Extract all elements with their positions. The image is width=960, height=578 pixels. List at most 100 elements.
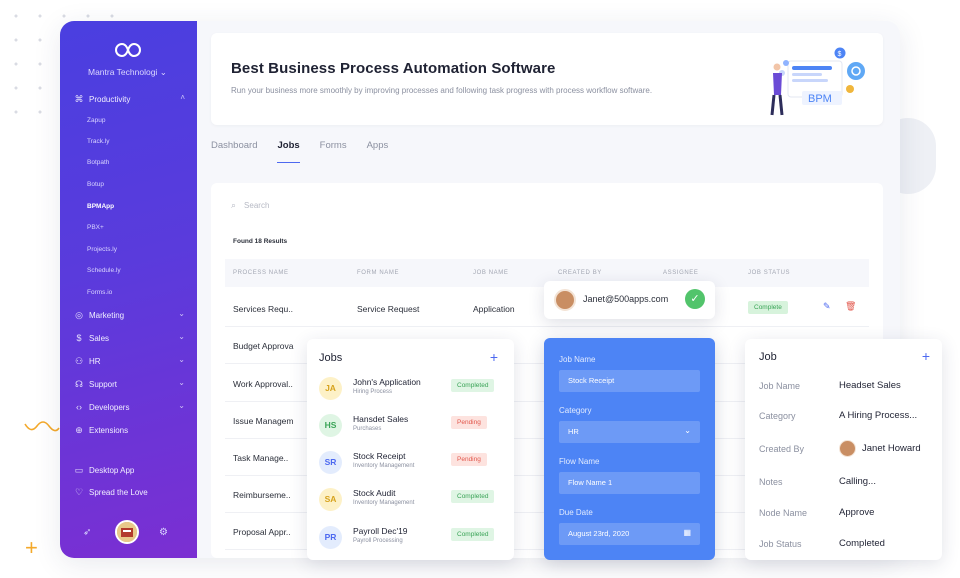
card-title: Job [759,351,777,363]
nav-marketing[interactable]: ◎ Marketing ⌄ [73,307,189,323]
created-by-value: Janet Howard [839,440,921,457]
search-input[interactable]: ⌕ Search [231,200,269,211]
chevron-down-icon: ⌄ [159,67,167,77]
edit-icon[interactable]: ✎ [823,301,831,312]
chevron-down-icon: ⌄ [178,309,185,318]
job-initials-avatar: HS [319,414,342,437]
app-item[interactable]: Botup [87,181,104,188]
search-placeholder: Search [244,201,270,210]
job-list-item[interactable]: JA John's Application Hiring Process Comple… [319,377,504,413]
detail-value: Approve [839,507,875,518]
column-header[interactable]: PROCESS NAME [233,270,289,276]
nav-desktop-app[interactable]: ▭ Desktop App [73,462,189,478]
add-button[interactable]: + [922,348,930,364]
sidebar-footer: ➶ ⚙ [60,517,197,549]
flow-name-field[interactable]: Flow Name 1 [559,472,700,494]
globe-icon: ⊕ [75,424,83,435]
app-item[interactable]: Projects.ly [87,246,117,253]
app-item[interactable]: Schedule.ly [87,267,121,274]
tab-apps[interactable]: Apps [367,139,389,163]
calendar-icon[interactable]: ▦ [683,528,691,537]
nav-label: HR [89,356,101,366]
column-header[interactable]: JOB STATUS [748,270,790,276]
app-item[interactable]: Zapup [87,117,105,124]
chevron-down-icon: ⌄ [178,332,185,341]
creator-popup[interactable]: Janet@500apps.com ✓ [544,281,715,319]
nav-label: Developers [89,402,130,412]
tab-dashboard[interactable]: Dashboard [211,139,257,163]
avatar [839,440,856,457]
avatar[interactable] [115,520,139,544]
job-subtitle: Inventory Management [353,500,415,506]
detail-label: Category [759,411,796,421]
job-initials-avatar: SR [319,451,342,474]
column-header[interactable]: CREATED BY [558,270,602,276]
infinity-logo-icon[interactable] [115,41,141,59]
nav-sales[interactable]: $ Sales ⌄ [73,330,189,346]
code-icon: ‹› [76,402,82,412]
page-subtitle: Run your business more smoothly by impro… [231,86,653,95]
rocket-icon[interactable]: ➶ [83,527,91,538]
headset-icon: ☊ [75,378,83,389]
chevron-down-icon: ⌄ [178,355,185,364]
nav-extensions[interactable]: ⊕ Extensions [73,422,189,438]
detail-value: Completed [839,538,885,549]
nav-spread-love[interactable]: ♡ Spread the Love [73,484,189,500]
nav-label: Productivity [89,94,131,104]
job-list-item[interactable]: HS Hansdet Sales Purchases Pending [319,414,504,450]
field-value: Flow Name 1 [568,478,613,487]
nav-label: Sales [89,333,110,343]
chevron-down-icon: ⌄ [178,401,185,410]
nav-productivity[interactable]: ⌘ Productivity ˄ [73,91,189,107]
app-item[interactable]: PBX+ [87,224,104,231]
nav-support[interactable]: ☊ Support ⌄ [73,376,189,392]
column-header[interactable]: ASSIGNEE [663,270,698,276]
job-initials-avatar: PR [319,526,342,549]
avatar-image [117,522,137,542]
field-label: Category [559,406,592,415]
nav-developers[interactable]: ‹› Developers ⌄ [73,399,189,415]
app-item[interactable]: Forms.io [87,289,112,296]
gear-icon[interactable]: ⚙ [159,527,168,538]
nav-label: Extensions [89,425,129,435]
column-header[interactable]: FORM NAME [357,270,399,276]
process-name: Budget Approva [233,341,294,351]
tab-forms[interactable]: Forms [320,139,347,163]
status-badge: Completed [451,379,495,392]
detail-label: Created By [759,444,805,454]
tab-jobs[interactable]: Jobs [277,139,300,163]
process-name: Issue Managem [233,416,294,426]
company-switcher[interactable]: Mantra Technologi ⌄ [88,67,167,78]
job-name-field[interactable]: Stock Receipt [559,370,700,392]
field-value: HR [568,427,579,436]
add-job-button[interactable]: + [490,349,498,365]
process-name: Task Manage.. [233,453,289,463]
job-subtitle: Hiring Process [353,389,393,395]
app-item[interactable]: Botpath [87,159,109,166]
job-list-item[interactable]: PR Payroll Dec'19 Payroll Processing Comple… [319,526,504,562]
app-item-active[interactable]: BPMApp [87,203,114,210]
tab-bar: Dashboard Jobs Forms Apps [211,139,408,169]
detail-value: A Hiring Process... [839,410,918,421]
delete-icon[interactable]: 🗑 [845,301,856,312]
job-list-item[interactable]: SA Stock Audit Inventory Management Complet… [319,488,504,524]
chevron-down-icon: ⌄ [178,378,185,387]
nav-hr[interactable]: ⚇ HR ⌄ [73,353,189,369]
nav-label: Spread the Love [89,487,148,497]
check-icon[interactable]: ✓ [685,289,705,309]
category-select[interactable]: HR ⌄ [559,421,700,443]
page-title: Best Business Process Automation Softwar… [231,60,556,77]
command-icon: ⌘ [74,93,84,104]
users-icon: ⚇ [74,355,84,366]
decorative-squiggle-icon [24,421,60,432]
column-header[interactable]: JOB NAME [473,270,508,276]
field-label: Due Date [559,508,593,517]
detail-label: Job Name [759,381,801,391]
job-list-item[interactable]: SR Stock Receipt Inventory Management Pendi… [319,451,504,487]
monitor-icon: ▭ [74,464,84,475]
field-label: Job Name [559,355,596,364]
decorative-plus-icon: + [25,535,38,560]
due-date-field[interactable]: August 23rd, 2020 ▦ [559,523,700,545]
app-item[interactable]: Track.ly [87,138,110,145]
job-title: Hansdet Sales [353,414,409,424]
